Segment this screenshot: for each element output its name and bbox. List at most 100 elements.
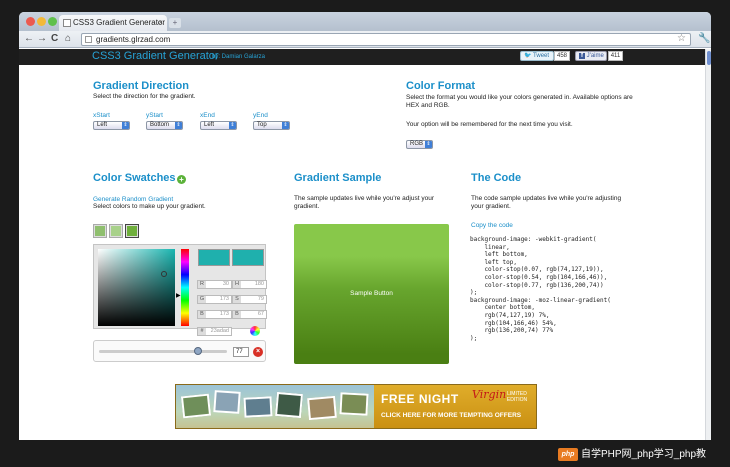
format-description: Select the format you would like your co… <box>406 94 633 109</box>
hue-field[interactable]: H 180 <box>232 280 267 289</box>
format-value: RGB <box>410 141 424 147</box>
author-byline[interactable]: by: Damian Galarza <box>212 54 265 60</box>
browser-window: CSS3 Gradient Generator × + ← → C ⌂ grad… <box>19 12 711 440</box>
site-header: CSS3 Gradient Generator by: Damian Galar… <box>19 49 705 65</box>
stop-position-control: 77 × <box>93 340 266 362</box>
xstart-select[interactable]: Left ⇕ <box>93 121 130 130</box>
format-note: Your option will be remembered for the n… <box>406 121 573 128</box>
minimize-window-button[interactable] <box>37 17 46 26</box>
banner-photo <box>243 396 273 418</box>
format-title: Color Format <box>406 80 476 92</box>
chevron-down-icon: ⇕ <box>229 122 236 129</box>
like-label: J'aime <box>586 53 604 59</box>
add-swatch-icon[interactable]: + <box>177 175 186 184</box>
ystart-value: Bottom <box>150 122 170 128</box>
page-scrollbar[interactable] <box>705 49 711 440</box>
brightness-field[interactable]: B 67 <box>232 310 267 319</box>
wrench-icon[interactable]: 🔧 <box>698 33 710 44</box>
ad-banner[interactable]: FREE NIGHT Virgin LIMITED EDITION CLICK … <box>175 384 537 429</box>
stop-position-track[interactable] <box>99 350 227 353</box>
tweet-label: Tweet <box>533 53 550 59</box>
code-title: The Code <box>471 172 522 184</box>
swatches-title: Color Swatches <box>93 172 176 184</box>
format-select[interactable]: RGB ⇕ <box>406 140 433 149</box>
generated-css-code[interactable]: background-image: -webkit-gradient( line… <box>470 236 611 342</box>
color-picker: ▶ R 30 G 173 B 173 H 180 S 79 B 67 #23adad <box>93 244 267 336</box>
banner-photos <box>176 385 374 428</box>
sample-button-label: Sample Button <box>350 290 393 297</box>
color-swatch-selected[interactable] <box>125 224 139 238</box>
xend-select[interactable]: Left ⇕ <box>200 121 237 130</box>
bookmark-star-icon[interactable]: ☆ <box>677 33 686 44</box>
banner-photo <box>275 391 303 419</box>
swatch-fill <box>111 226 121 236</box>
banner-offer: FREE NIGHT Virgin LIMITED EDITION CLICK … <box>374 385 536 428</box>
watermark-logo: php <box>558 448 578 461</box>
hex-field[interactable]: #23adad <box>197 327 232 336</box>
hue-arrow-icon[interactable]: ▶ <box>176 292 181 299</box>
scrollbar-thumb[interactable] <box>707 51 711 65</box>
saturation-field[interactable]: S 79 <box>232 295 267 304</box>
yend-label: yEnd <box>253 112 268 119</box>
swatch-fill <box>95 226 105 236</box>
chevron-down-icon: ⇕ <box>175 122 182 129</box>
new-tab-button[interactable]: + <box>169 18 181 28</box>
page-icon <box>85 36 92 43</box>
stop-position-input[interactable]: 77 <box>233 347 249 357</box>
site-logo[interactable]: CSS3 Gradient Generator <box>92 50 219 62</box>
yend-value: Top <box>257 122 267 128</box>
xend-label: xEnd <box>200 112 215 119</box>
picker-cursor[interactable] <box>161 271 167 277</box>
close-window-button[interactable] <box>26 17 35 26</box>
banner-photo <box>339 392 369 416</box>
like-count: 411 <box>608 51 623 61</box>
green-field[interactable]: G 173 <box>197 295 232 304</box>
sample-title: Gradient Sample <box>294 172 382 184</box>
back-icon[interactable]: ← <box>24 33 34 45</box>
banner-photo <box>213 390 241 414</box>
tab-close-icon[interactable]: × <box>158 15 163 31</box>
like-button[interactable]: f J'aime <box>575 51 607 61</box>
banner-photo <box>307 395 337 421</box>
color-wheel-icon[interactable] <box>250 326 260 336</box>
blue-field[interactable]: B 173 <box>197 310 232 319</box>
swatches-subtitle: Select colors to make up your gradient. <box>93 203 206 210</box>
url-text: gradients.glrzad.com <box>96 35 171 44</box>
reload-icon[interactable]: C <box>51 33 58 45</box>
red-field[interactable]: R 30 <box>197 280 232 289</box>
ystart-select[interactable]: Bottom ⇕ <box>146 121 183 130</box>
tab-bar: CSS3 Gradient Generator × + <box>19 12 711 31</box>
address-bar[interactable]: gradients.glrzad.com ☆ <box>81 33 691 46</box>
sample-description: The sample updates live while you're adj… <box>294 195 434 210</box>
code-description: The code sample updates live while you'r… <box>471 195 622 210</box>
saturation-brightness-field[interactable] <box>98 249 175 326</box>
zoom-window-button[interactable] <box>48 17 57 26</box>
current-color-preview <box>232 249 264 266</box>
chevron-down-icon: ⇕ <box>122 122 129 129</box>
direction-subtitle: Select the direction for the gradient. <box>93 93 196 100</box>
browser-tab[interactable]: CSS3 Gradient Generator × <box>59 15 167 31</box>
direction-title: Gradient Direction <box>93 80 189 92</box>
chevron-down-icon: ⇕ <box>282 122 289 129</box>
watermark: php 自学PHP网_php学习_php教 <box>556 446 730 467</box>
swatch-fill <box>127 226 137 236</box>
forward-icon[interactable]: → <box>37 33 47 45</box>
stop-position-knob[interactable] <box>193 347 202 355</box>
yend-select[interactable]: Top ⇕ <box>253 121 290 130</box>
copy-code-link[interactable]: Copy the code <box>471 222 513 229</box>
random-gradient-link[interactable]: Generate Random Gradient <box>93 196 173 203</box>
watermark-text: 自学PHP网_php学习_php教 <box>581 449 707 460</box>
home-icon[interactable]: ⌂ <box>65 33 71 45</box>
banner-title: FREE NIGHT <box>381 392 459 406</box>
gradient-sample[interactable]: Sample Button <box>294 224 449 364</box>
color-swatch[interactable] <box>93 224 107 238</box>
tab-title: CSS3 Gradient Generator <box>73 18 166 27</box>
browser-toolbar: ← → C ⌂ gradients.glrzad.com ☆ 🔧 <box>19 31 711 48</box>
ystart-label: yStart <box>146 112 163 119</box>
chevron-down-icon: ⇕ <box>425 141 432 148</box>
remove-swatch-icon[interactable]: × <box>253 347 263 357</box>
hue-slider[interactable] <box>181 249 189 326</box>
tweet-button[interactable]: 🐦 Tweet <box>520 51 554 61</box>
color-swatch[interactable] <box>109 224 123 238</box>
new-color-preview <box>198 249 230 266</box>
